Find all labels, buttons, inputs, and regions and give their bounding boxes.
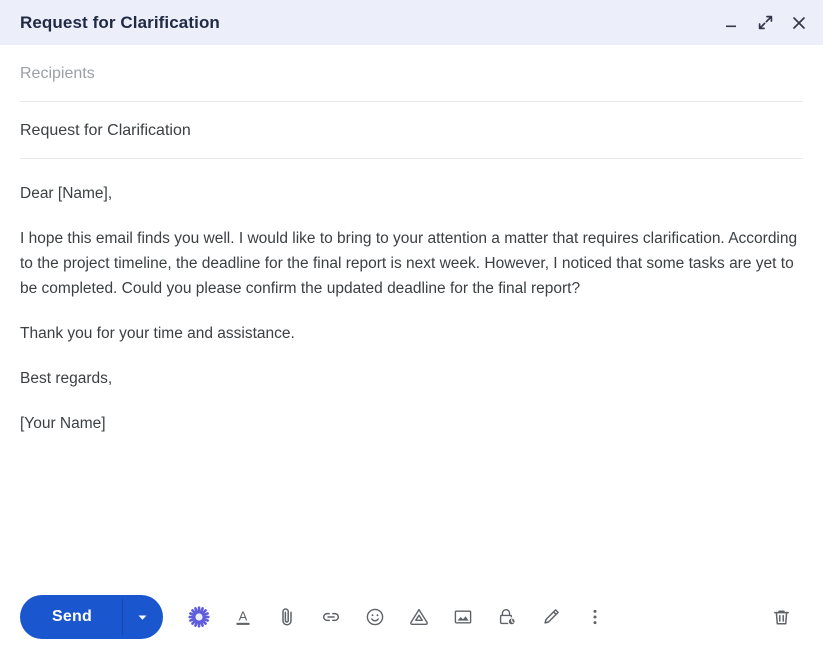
more-options-icon[interactable] <box>573 595 617 639</box>
close-icon[interactable] <box>789 13 809 33</box>
subject-value: Request for Clarification <box>20 121 191 139</box>
send-options-button[interactable] <box>123 595 163 639</box>
confidential-icon[interactable] <box>485 595 529 639</box>
attach-icon[interactable] <box>265 595 309 639</box>
window-controls <box>721 13 809 33</box>
toolbar-icon-group: A <box>177 595 617 639</box>
body-paragraph: I hope this email finds you well. I woul… <box>20 230 798 297</box>
subject-divider <box>20 158 803 159</box>
compose-toolbar: Send A <box>0 586 823 648</box>
body-paragraph: Thank you for your time and assistance. <box>20 325 295 342</box>
body-paragraph: Dear [Name], <box>20 185 113 202</box>
page-title: Request for Clarification <box>20 12 220 32</box>
send-button[interactable]: Send <box>20 595 122 639</box>
discard-draft-button[interactable] <box>759 595 803 639</box>
message-body[interactable]: Dear [Name], I hope this email finds you… <box>0 159 823 577</box>
body-paragraph: [Your Name] <box>20 415 106 432</box>
body-paragraph: Best regards, <box>20 370 113 387</box>
link-icon[interactable] <box>309 595 353 639</box>
expand-icon[interactable] <box>755 13 775 33</box>
formatting-icon[interactable]: A <box>221 595 265 639</box>
emoji-icon[interactable] <box>353 595 397 639</box>
svg-text:A: A <box>239 609 248 624</box>
drive-icon[interactable] <box>397 595 441 639</box>
gemini-icon[interactable] <box>177 595 221 639</box>
image-icon[interactable] <box>441 595 485 639</box>
recipients-field[interactable]: Recipients <box>0 45 823 102</box>
send-button-group[interactable]: Send <box>20 595 163 639</box>
recipients-placeholder: Recipients <box>20 64 95 82</box>
compose-window-header: Request for Clarification <box>0 0 823 45</box>
minimize-icon[interactable] <box>721 13 741 33</box>
signature-icon[interactable] <box>529 595 573 639</box>
subject-field[interactable]: Request for Clarification <box>0 102 823 159</box>
